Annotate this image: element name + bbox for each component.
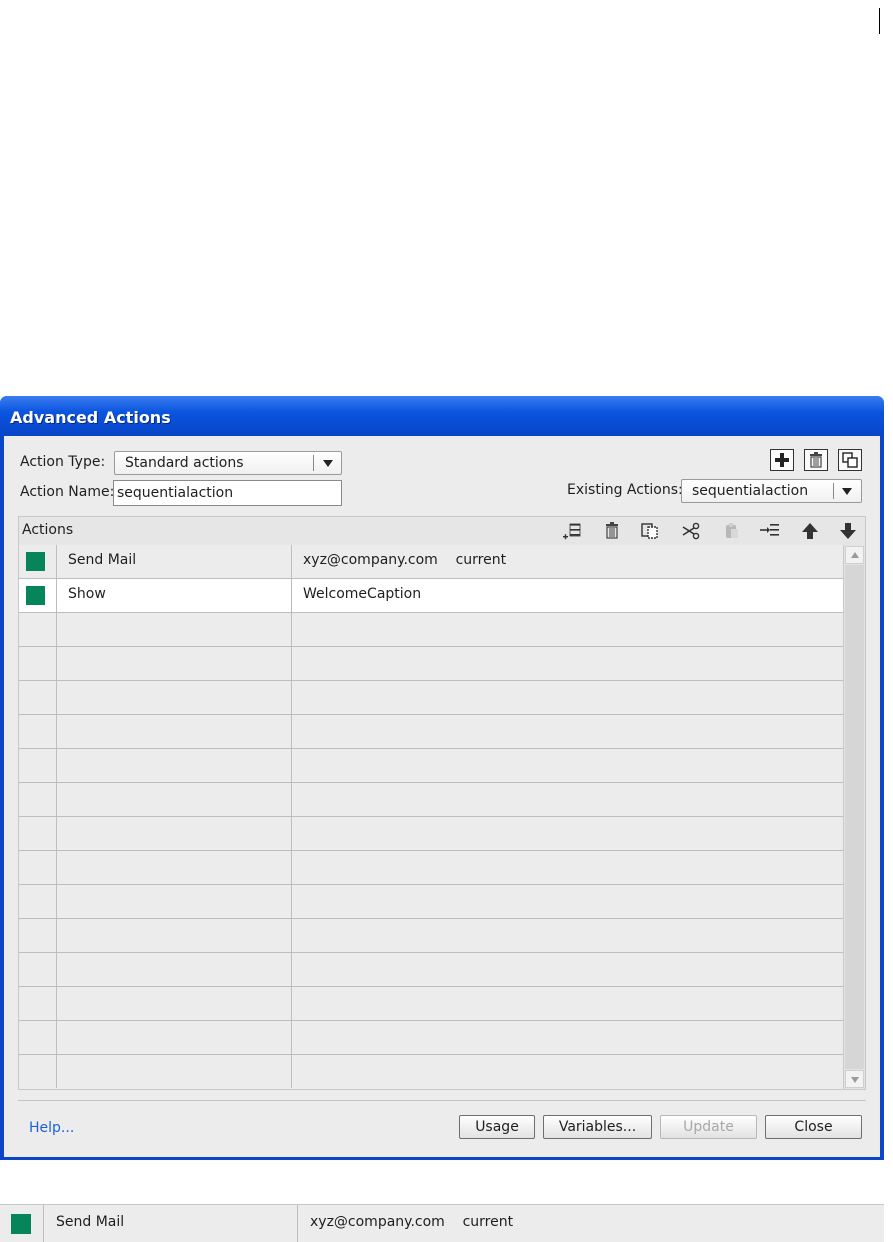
arrow-down-icon (851, 1077, 859, 1083)
arrow-up-icon (851, 552, 859, 558)
table-row[interactable] (19, 715, 843, 749)
action-cell: Send Mail (68, 552, 137, 568)
table-row[interactable] (19, 1021, 843, 1055)
update-button[interactable]: Update (660, 1115, 757, 1139)
existing-actions-value: sequentialaction (692, 483, 809, 499)
excerpt-row: Send Mail xyz@company.com current (0, 1204, 884, 1242)
target-cell: WelcomeCaption (303, 586, 422, 602)
action-name-input[interactable]: sequentialaction (113, 480, 342, 506)
cut-icon[interactable] (681, 521, 703, 541)
vertical-scrollbar[interactable] (843, 545, 865, 1089)
table-row[interactable] (19, 817, 843, 851)
add-icon (775, 453, 789, 467)
actions-header-label: Actions (22, 522, 74, 538)
scroll-down-button[interactable] (845, 1070, 864, 1088)
dialog-body: Action Type: Standard actions Action Nam… (4, 436, 880, 1157)
chevron-down-icon (323, 460, 333, 467)
scrollbar-thumb[interactable] (845, 565, 864, 1069)
insert-row-icon[interactable] (561, 521, 583, 541)
indent-icon[interactable] (759, 521, 781, 541)
excerpt-action: Send Mail (56, 1214, 125, 1230)
table-row[interactable] (19, 647, 843, 681)
arrow-up-icon[interactable] (799, 521, 821, 541)
action-type-value: Standard actions (125, 455, 244, 471)
table-row[interactable] (19, 851, 843, 885)
variables-button[interactable]: Variables... (543, 1115, 652, 1139)
usage-button[interactable]: Usage (459, 1115, 535, 1139)
add-action-button[interactable] (770, 449, 794, 471)
arrow-down-icon[interactable] (837, 521, 859, 541)
status-swatch (26, 586, 45, 605)
close-button[interactable]: Close (765, 1115, 862, 1139)
existing-actions-dropdown[interactable]: sequentialaction (681, 479, 862, 503)
table-row[interactable] (19, 613, 843, 647)
action-type-label: Action Type: (20, 454, 106, 470)
footer-divider (18, 1100, 866, 1101)
actions-grid-header: Actions (19, 517, 865, 546)
advanced-actions-dialog: Advanced Actions Action Type: Standard a… (0, 396, 884, 1160)
existing-actions-label: Existing Actions: (567, 482, 683, 498)
page-edge-mark (879, 8, 880, 34)
paste-icon[interactable] (721, 521, 743, 541)
table-row[interactable] (19, 919, 843, 953)
dialog-title: Advanced Actions (10, 408, 171, 427)
table-row[interactable] (19, 987, 843, 1021)
action-type-dropdown[interactable]: Standard actions (114, 451, 342, 475)
chevron-down-icon (842, 488, 852, 495)
table-row[interactable]: Show WelcomeCaption (19, 579, 843, 613)
delete-action-button[interactable] (804, 449, 828, 471)
duplicate-icon (842, 452, 858, 468)
table-row[interactable] (19, 681, 843, 715)
table-row[interactable]: Send Mail xyz@company.com current (19, 545, 843, 579)
actions-grid: Actions Send Mail xyz@company.com curren… (18, 516, 866, 1090)
scroll-up-button[interactable] (845, 546, 864, 564)
trash-icon (810, 452, 822, 468)
trash-icon[interactable] (601, 521, 623, 541)
status-swatch (11, 1214, 31, 1234)
table-row[interactable] (19, 749, 843, 783)
copy-icon[interactable] (639, 521, 661, 541)
status-swatch (26, 552, 45, 571)
table-row[interactable] (19, 1055, 843, 1089)
title-bar[interactable]: Advanced Actions (0, 396, 884, 436)
excerpt-target: xyz@company.com current (310, 1214, 514, 1230)
action-name-label: Action Name: (20, 484, 115, 500)
help-link[interactable]: Help... (29, 1120, 74, 1136)
action-name-value: sequentialaction (117, 485, 234, 501)
duplicate-action-button[interactable] (838, 449, 862, 471)
target-cell: xyz@company.com current (303, 552, 507, 568)
table-row[interactable] (19, 885, 843, 919)
action-cell: Show (68, 586, 106, 602)
table-row[interactable] (19, 953, 843, 987)
table-row[interactable] (19, 783, 843, 817)
